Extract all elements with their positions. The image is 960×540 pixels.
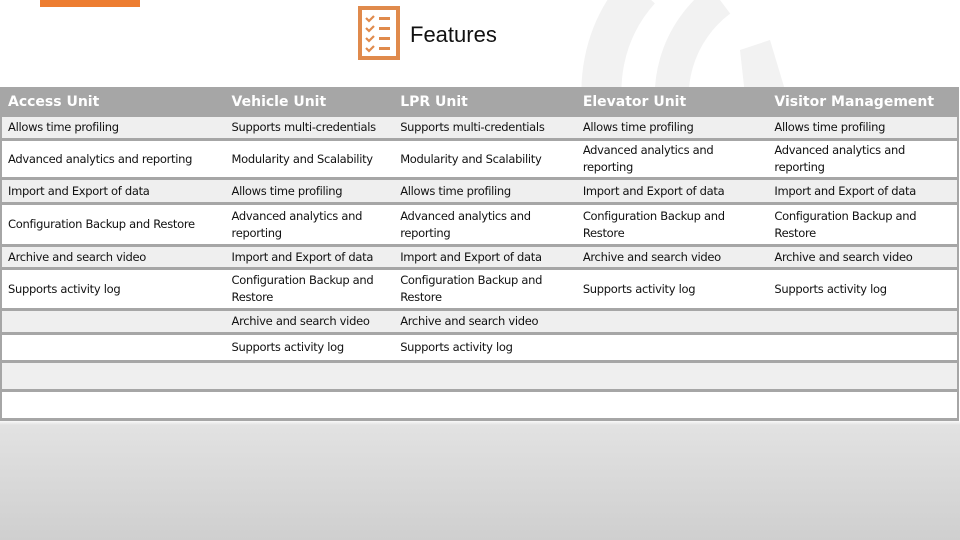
- table-cell-empty: [2, 392, 957, 418]
- table-cell: Advanced analytics and reporting: [8, 151, 193, 166]
- table-cell: Supports activity log: [582, 281, 696, 296]
- table-row-empty: [2, 363, 957, 392]
- table-cell: Archive and search video: [400, 314, 539, 328]
- table-cell: [768, 311, 957, 332]
- table-cell: Configuration Backup and Restore: [582, 208, 725, 240]
- table-cell: Configuration Backup and Restore: [400, 273, 543, 304]
- table-cell: [577, 335, 769, 360]
- table-cell: Archive and search video: [8, 249, 147, 264]
- table-cell-empty: [2, 363, 957, 389]
- table-row: Configuration Backup and Restore Advance…: [2, 205, 957, 247]
- table-cell: Allows time profiling: [400, 183, 511, 198]
- table-cell: Supports activity log: [400, 340, 513, 354]
- header-cell: LPR Unit: [400, 93, 468, 110]
- table-cell: Advanced analytics and reporting: [231, 208, 363, 240]
- table-cell: Supports activity log: [8, 281, 121, 296]
- table-cell: Configuration Backup and Restore: [231, 273, 374, 304]
- accent-bar: [40, 0, 140, 7]
- table-cell: Import and Export of data: [400, 249, 542, 264]
- table-cell: Import and Export of data: [582, 183, 725, 198]
- table-row: Supports activity log Configuration Back…: [2, 270, 957, 311]
- table-row: Import and Export of data Allows time pr…: [2, 180, 957, 205]
- table-cell: Modularity and Scalability: [231, 151, 374, 166]
- header-cell: Vehicle Unit: [231, 93, 327, 110]
- table-cell: Configuration Backup and Restore: [8, 217, 195, 231]
- header-cell: Visitor Management: [774, 93, 935, 110]
- table-cell: Modularity and Scalability: [400, 151, 542, 166]
- table-cell: Import and Export of data: [8, 183, 150, 198]
- table-cell: [2, 335, 226, 360]
- header-cell: Elevator Unit: [582, 93, 687, 110]
- table-row-empty: [2, 392, 957, 421]
- table-cell: Import and Export of data: [774, 183, 916, 198]
- table-cell: Supports multi-credentials: [400, 120, 545, 134]
- table-header-row: Access Unit Vehicle Unit LPR Unit Elevat…: [2, 87, 957, 117]
- table-cell: Archive and search video: [774, 249, 913, 264]
- table-cell: Allows time profiling: [582, 120, 694, 134]
- table-cell: Archive and search video: [582, 249, 721, 264]
- table-row: Advanced analytics and reporting Modular…: [2, 141, 957, 180]
- slide-title: Features: [358, 6, 497, 60]
- table-cell: Advanced analytics and reporting: [582, 143, 714, 174]
- table-cell: Import and Export of data: [231, 249, 374, 264]
- table-cell: Allows time profiling: [8, 120, 119, 134]
- table-cell: [768, 335, 957, 360]
- table-cell: Configuration Backup and Restore: [774, 208, 917, 240]
- checklist-icon: [358, 6, 400, 60]
- table-cell: Supports activity log: [231, 340, 345, 354]
- title-text: Features: [410, 22, 497, 47]
- table-cell: Archive and search video: [231, 314, 370, 328]
- table-cell: [577, 311, 769, 332]
- table-cell: [2, 311, 226, 332]
- table-cell: Supports multi-credentials: [231, 120, 377, 134]
- table-row: Archive and search video Import and Expo…: [2, 247, 957, 270]
- header-cell: Access Unit: [8, 93, 100, 110]
- table-cell: Advanced analytics and reporting: [400, 208, 531, 240]
- table-cell: Allows time profiling: [231, 183, 343, 198]
- table-row: Archive and search video Archive and sea…: [2, 311, 957, 335]
- table-row: Allows time profiling Supports multi-cre…: [2, 117, 957, 141]
- table-cell: Supports activity log: [774, 281, 887, 296]
- table-cell: Advanced analytics and reporting: [774, 143, 905, 174]
- features-table: Access Unit Vehicle Unit LPR Unit Elevat…: [0, 87, 959, 421]
- table-row: Supports activity log Supports activity …: [2, 335, 957, 363]
- table-cell: Allows time profiling: [774, 120, 886, 134]
